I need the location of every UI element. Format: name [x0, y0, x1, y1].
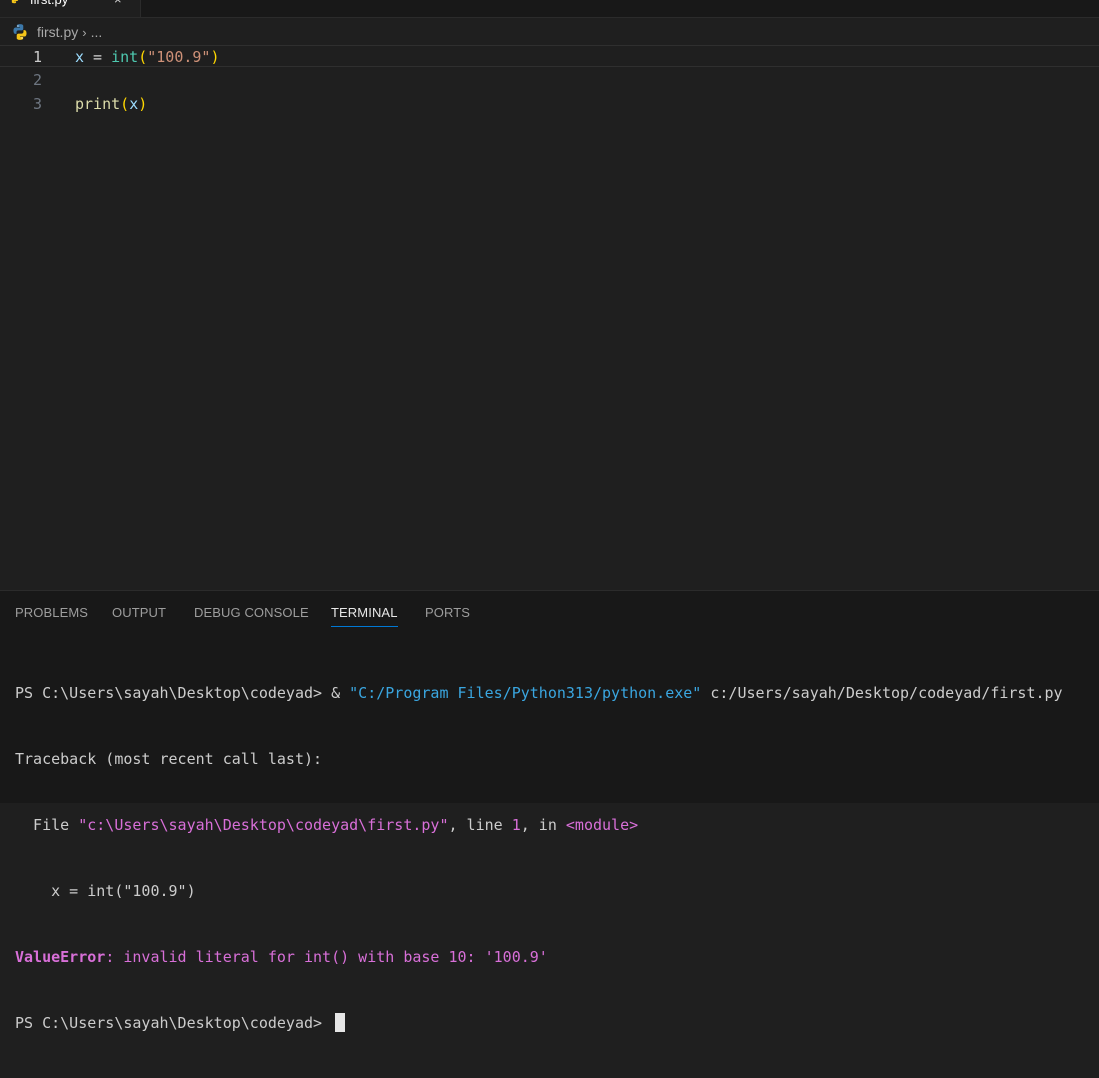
terminal-line: x = int("100.9") [15, 882, 196, 900]
tab-debug-console[interactable]: DEBUG CONSOLE [194, 605, 309, 620]
terminal-output[interactable]: PS C:\Users\sayah\Desktop\codeyad> & "C:… [15, 638, 1063, 1078]
terminal-line: Traceback (most recent call last): [15, 750, 323, 768]
terminal-cursor [335, 1013, 346, 1032]
tab-strip: first.py × [0, 0, 1099, 18]
tab-problems[interactable]: PROBLEMS [15, 605, 88, 620]
chevron-right-icon: › [82, 24, 87, 40]
breadcrumb: first.py › ... [0, 20, 1099, 44]
tab-output[interactable]: OUTPUT [112, 605, 166, 620]
line-number: 3 [32, 95, 42, 113]
code-text: x = int("100.9") [75, 48, 220, 66]
breadcrumb-symbols[interactable]: ... [91, 24, 103, 40]
terminal-line: ValueError: invalid literal for int() wi… [15, 948, 548, 966]
code-line[interactable]: 1 x = int("100.9") [0, 45, 1099, 67]
python-icon [13, 24, 27, 40]
code-editor[interactable]: 1 x = int("100.9") 2 3 print(x) [0, 45, 1099, 590]
tab-terminal[interactable]: TERMINAL [331, 605, 398, 627]
line-number: 2 [32, 71, 42, 89]
panel-tabs: PROBLEMS OUTPUT DEBUG CONSOLE TERMINAL P… [0, 591, 1099, 635]
code-line[interactable]: 3 print(x) [0, 93, 1099, 115]
close-icon[interactable]: × [114, 0, 122, 9]
code-line[interactable]: 2 [0, 69, 1099, 91]
tab-label: first.py [30, 0, 68, 9]
breadcrumb-file[interactable]: first.py [37, 24, 78, 40]
terminal-line: PS C:\Users\sayah\Desktop\codeyad> & "C:… [15, 684, 1063, 702]
bottom-panel: PROBLEMS OUTPUT DEBUG CONSOLE TERMINAL P… [0, 590, 1099, 1032]
line-number: 1 [32, 48, 42, 66]
terminal-prompt[interactable]: PS C:\Users\sayah\Desktop\codeyad> [15, 1012, 1063, 1034]
tab-ports[interactable]: PORTS [425, 605, 470, 620]
editor-tab-first-py[interactable]: first.py × [0, 0, 141, 17]
code-text: print(x) [75, 95, 148, 113]
terminal-line: File "c:\Users\sayah\Desktop\codeyad\fir… [15, 816, 639, 834]
python-icon [11, 0, 19, 4]
